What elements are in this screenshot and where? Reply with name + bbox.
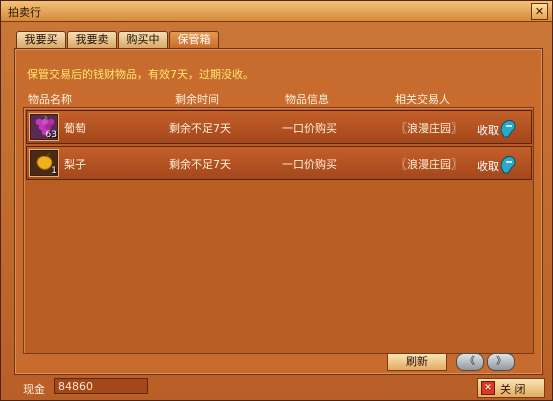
col-header-info: 物品信息 xyxy=(285,93,329,106)
hand-icon xyxy=(500,156,516,174)
item-trader: 〖浪漫庄园〗 xyxy=(396,158,462,171)
column-headers: 物品名称 剩余时间 物品信息 相关交易人 xyxy=(15,91,542,106)
item-slot: 1 xyxy=(29,149,59,177)
hand-icon xyxy=(500,120,516,138)
item-remaining: 剩余不足7天 xyxy=(169,158,231,171)
collect-button[interactable]: 收取 xyxy=(477,152,521,176)
item-slot: 63 xyxy=(29,113,59,141)
tab-buying[interactable]: 购买中 xyxy=(118,31,168,48)
item-trader: 〖浪漫庄园〗 xyxy=(396,122,462,135)
col-header-remaining: 剩余时间 xyxy=(175,93,219,106)
storage-notice: 保管交易后的钱财物品，有效7天，过期没收。 xyxy=(27,68,254,81)
window-close-button[interactable]: ✕ xyxy=(531,3,548,20)
item-remaining: 剩余不足7天 xyxy=(169,122,231,135)
item-name: 梨子 xyxy=(64,158,86,171)
refresh-button[interactable]: 刷新 xyxy=(387,353,447,371)
storage-panel: 保管交易后的钱财物品，有效7天，过期没收。 物品名称 剩余时间 物品信息 相关交… xyxy=(14,48,543,375)
list-item[interactable]: 1 梨子 剩余不足7天 一口价购买 〖浪漫庄园〗 收取 xyxy=(26,146,532,180)
collect-label: 收取 xyxy=(477,124,499,137)
collect-label: 收取 xyxy=(477,160,499,173)
close-button[interactable]: ✕ 关 闭 xyxy=(477,378,545,398)
window-title: 拍卖行 xyxy=(8,6,41,19)
item-info: 一口价购买 xyxy=(282,158,337,171)
prev-page-button[interactable]: 《 xyxy=(456,353,484,371)
col-header-name: 物品名称 xyxy=(28,93,72,106)
cash-field: 84860 xyxy=(54,378,148,394)
close-label: 关 闭 xyxy=(500,383,526,396)
item-quantity: 63 xyxy=(45,130,57,140)
tab-buy[interactable]: 我要买 xyxy=(16,31,66,48)
col-header-trader: 相关交易人 xyxy=(395,93,450,106)
cash-label: 现金 xyxy=(23,383,45,396)
auction-window: 拍卖行 ✕ 我要买 我要卖 购买中 保管箱 保管交易后的钱财物品，有效7天，过期… xyxy=(0,0,553,401)
tab-storage[interactable]: 保管箱 xyxy=(169,31,219,49)
next-page-button[interactable]: 》 xyxy=(487,353,515,371)
title-bar[interactable]: 拍卖行 ✕ xyxy=(1,1,552,22)
close-icon: ✕ xyxy=(481,381,495,395)
item-quantity: 1 xyxy=(51,166,57,176)
item-name: 葡萄 xyxy=(64,122,86,135)
item-info: 一口价购买 xyxy=(282,122,337,135)
collect-button[interactable]: 收取 xyxy=(477,116,521,140)
list-item[interactable]: 63 葡萄 剩余不足7天 一口价购买 〖浪漫庄园〗 收取 xyxy=(26,110,532,144)
item-list: 63 葡萄 剩余不足7天 一口价购买 〖浪漫庄园〗 收取 1 梨子 剩余不足7天… xyxy=(23,107,534,354)
tab-sell[interactable]: 我要卖 xyxy=(67,31,117,48)
